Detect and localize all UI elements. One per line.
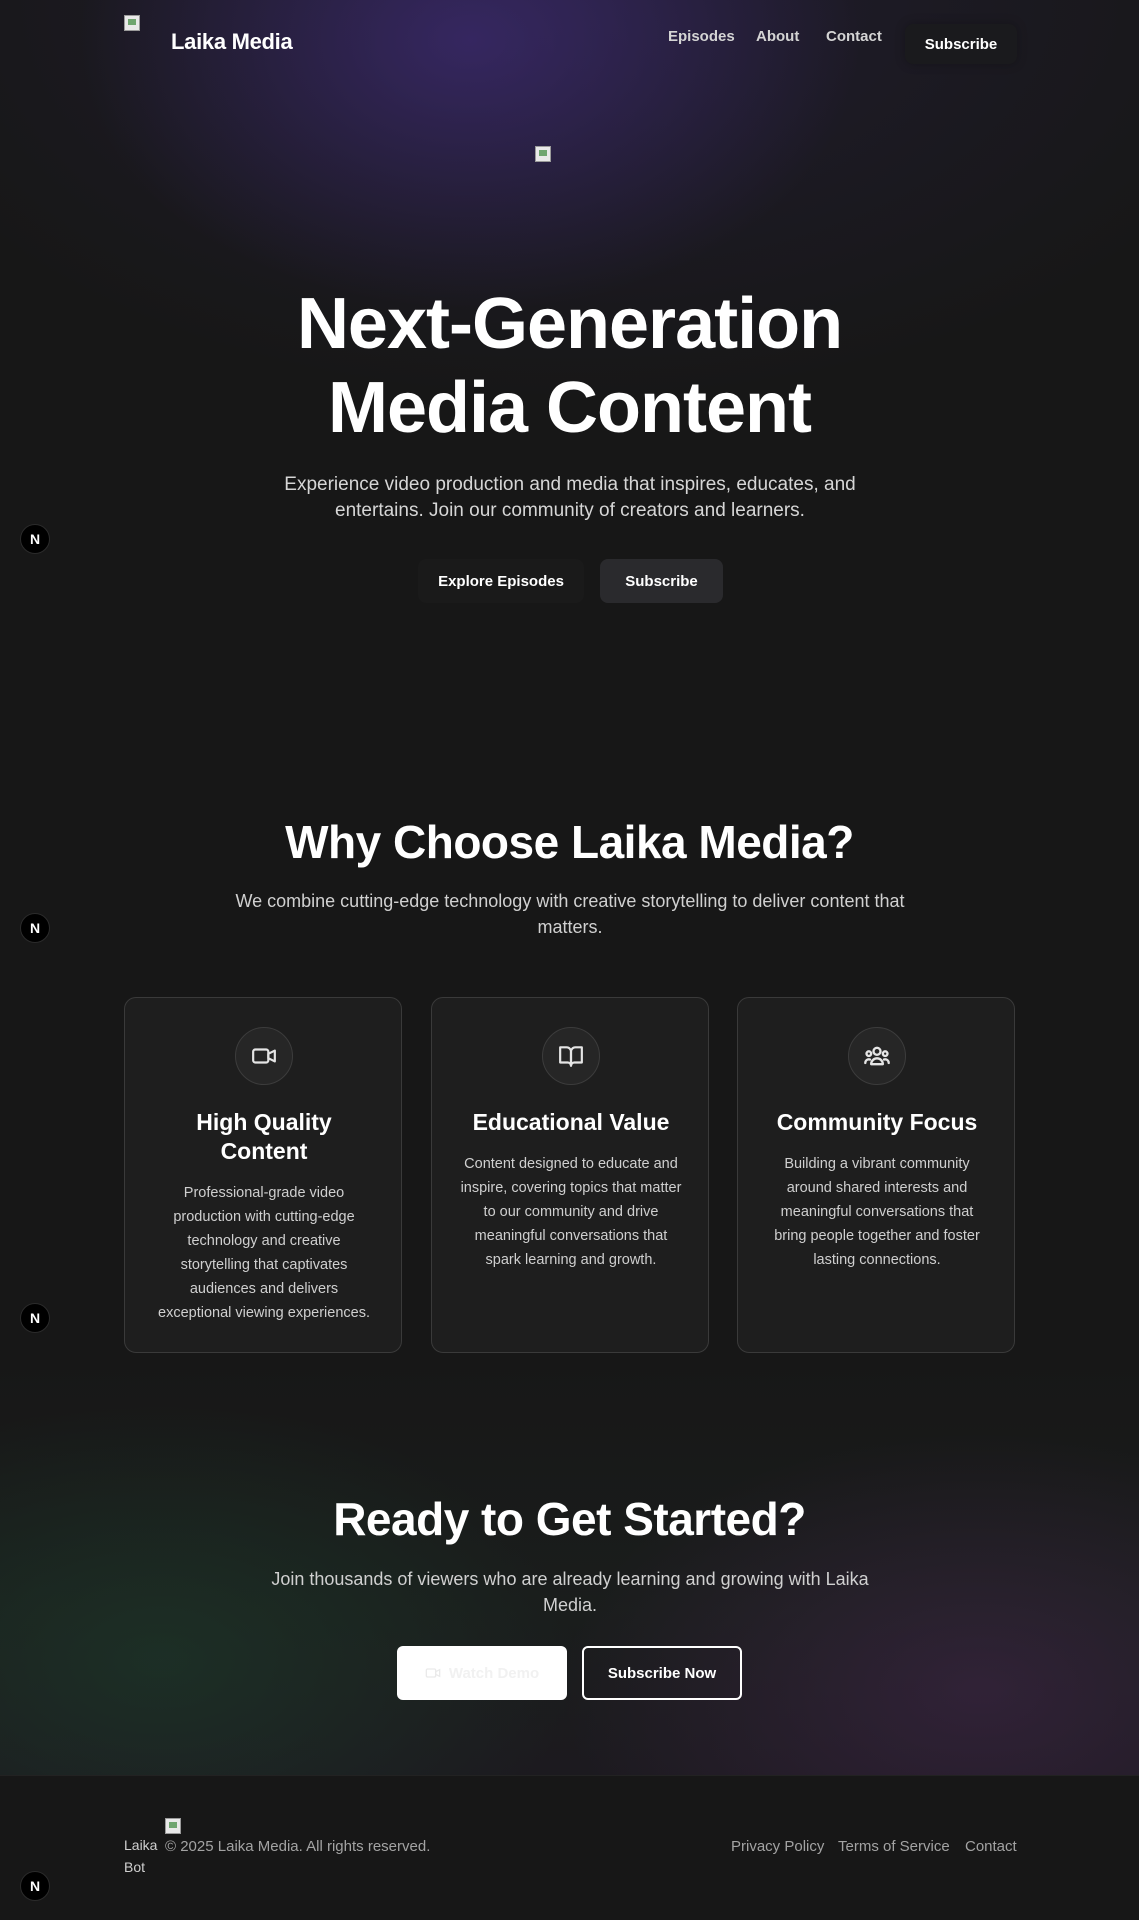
card-title: Community Focus <box>758 1108 996 1137</box>
footer-link-terms[interactable]: Terms of Service <box>838 1838 950 1855</box>
footer-link-privacy[interactable]: Privacy Policy <box>731 1838 824 1855</box>
nav-link-about[interactable]: About <box>756 28 799 45</box>
hero-title: Next-Generation Media Content <box>0 282 1139 450</box>
book-open-icon <box>542 1027 600 1085</box>
hero-description: Experience video production and media th… <box>284 474 856 521</box>
hero-subscribe-button[interactable]: Subscribe <box>600 559 723 603</box>
hero-title-line1: Next-Generation <box>296 284 843 364</box>
card-title-line1: Community Focus <box>776 1109 978 1135</box>
watch-demo-label: Watch Demo <box>448 1664 540 1682</box>
hero-image <box>535 146 552 162</box>
nav-link-contact[interactable]: Contact <box>826 28 882 45</box>
users-group-icon <box>848 1027 906 1085</box>
next-badge-icon[interactable]: N <box>20 524 50 554</box>
feature-card-community: Community Focus Building a vibrant commu… <box>737 997 1015 1353</box>
feature-card-quality: High Quality Content Professional-grade … <box>124 997 402 1353</box>
card-title: High Quality Content <box>145 1108 383 1166</box>
footer-logo-alt: Laika Bot <box>124 1837 158 1875</box>
video-camera-icon <box>425 1668 441 1678</box>
next-badge-icon[interactable]: N <box>20 1871 50 1901</box>
hero-title-line2: Media Content <box>328 368 812 448</box>
footer-logo-image <box>164 1818 181 1834</box>
subscribe-now-button[interactable]: Subscribe Now <box>582 1646 742 1700</box>
next-badge-icon[interactable]: N <box>20 1303 50 1333</box>
video-camera-icon <box>235 1027 293 1085</box>
card-text: Content designed to educate and inspire,… <box>460 1156 682 1268</box>
footer-link-contact[interactable]: Contact <box>965 1838 1017 1855</box>
card-title-line1: High Quality <box>196 1109 332 1135</box>
brand-name[interactable]: Laika Media <box>171 29 293 55</box>
card-title-line1: Educational Value <box>472 1109 670 1135</box>
explore-episodes-button[interactable]: Explore Episodes <box>418 559 584 603</box>
features-title: Why Choose Laika Media? <box>285 816 854 868</box>
card-text: Professional-grade video production with… <box>158 1185 370 1321</box>
cta-description: Join thousands of viewers who are alread… <box>271 1569 869 1615</box>
cta-title: Ready to Get Started? <box>333 1493 806 1545</box>
features-description: We combine cutting-edge technology with … <box>235 891 905 937</box>
card-title: Educational Value <box>452 1108 690 1137</box>
logo-image[interactable] <box>124 15 140 31</box>
card-text: Building a vibrant community around shar… <box>774 1156 980 1268</box>
card-title-line2: Content <box>220 1138 308 1164</box>
footer-divider <box>0 1775 1139 1776</box>
watch-demo-button[interactable]: Watch Demo <box>397 1646 567 1700</box>
feature-card-education: Educational Value Content designed to ed… <box>431 997 709 1353</box>
next-badge-icon[interactable]: N <box>20 913 50 943</box>
nav-subscribe-button[interactable]: Subscribe <box>905 24 1017 64</box>
footer-copyright: © 2025 Laika Media. All rights reserved. <box>165 1838 431 1855</box>
nav-link-episodes[interactable]: Episodes <box>668 28 735 45</box>
